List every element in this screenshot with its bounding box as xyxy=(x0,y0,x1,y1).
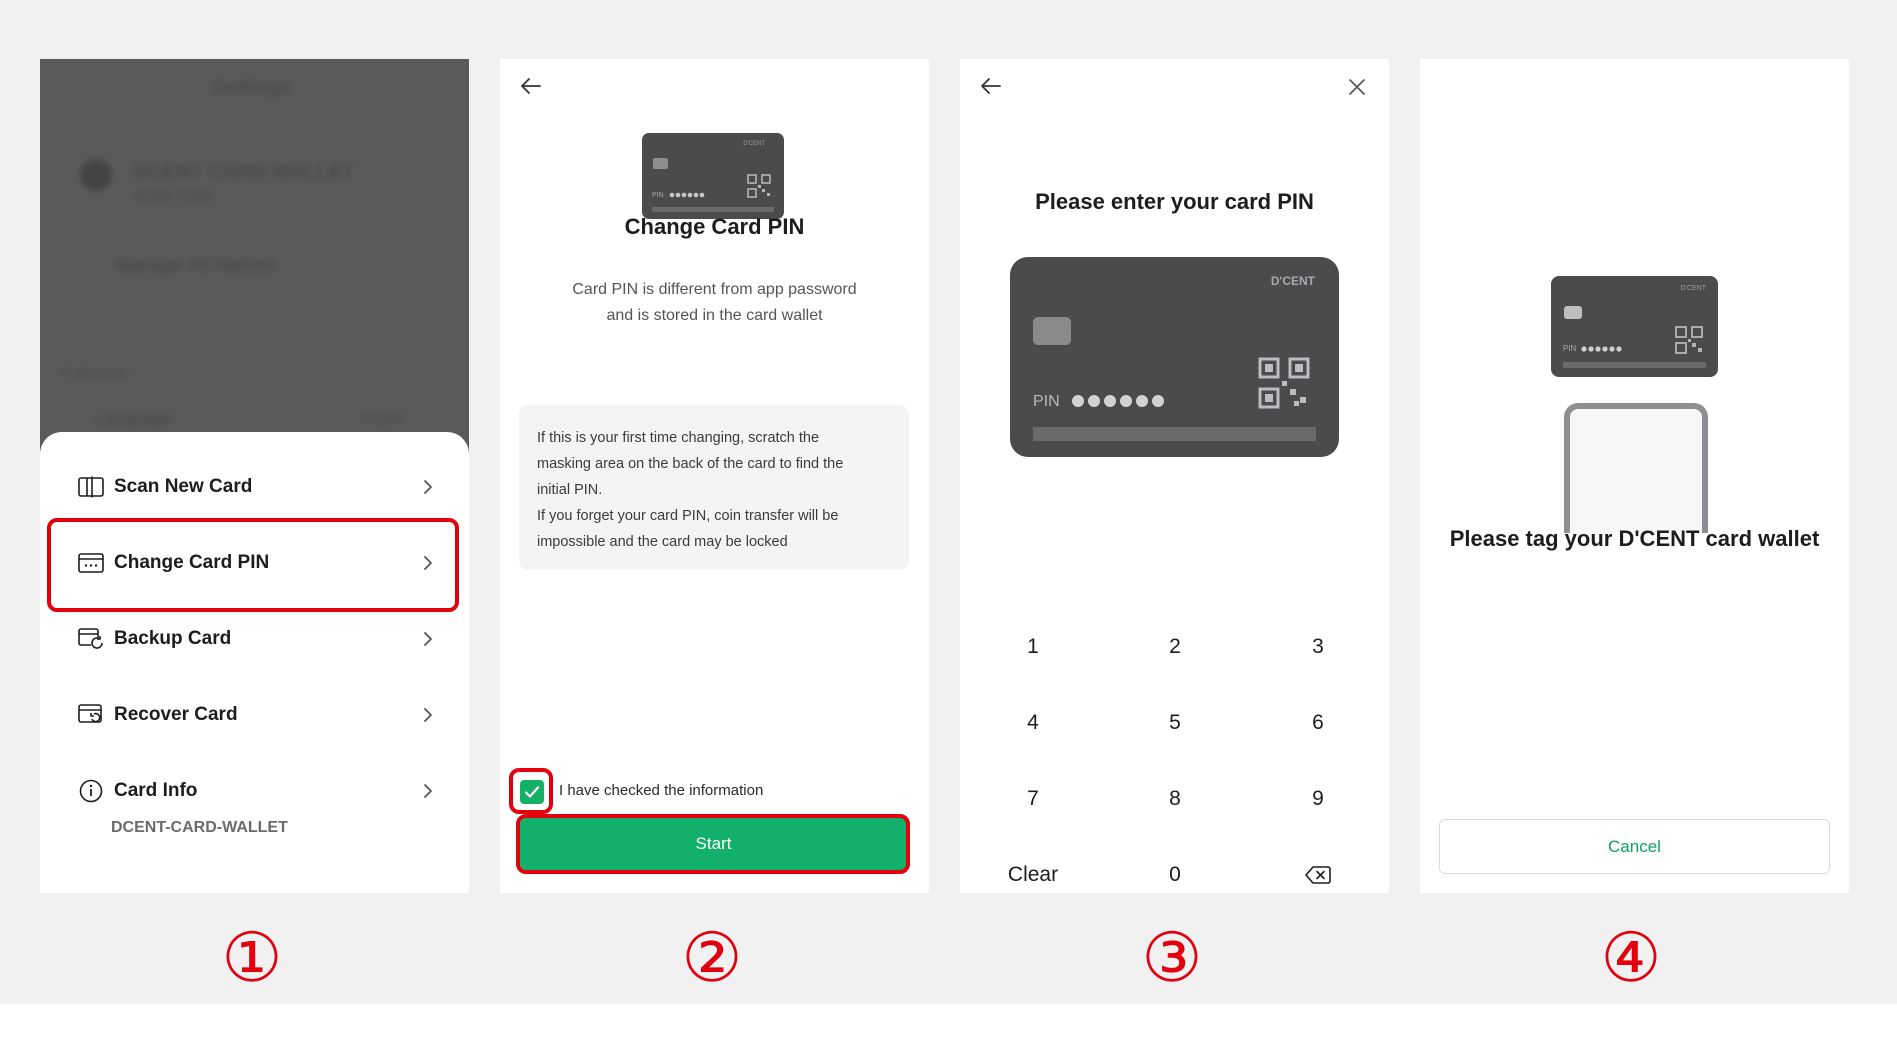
step-number-2: ② xyxy=(681,920,743,996)
settings-title: Settings xyxy=(212,77,291,99)
card-pin-label: PIN xyxy=(1563,344,1577,353)
scan-card-icon xyxy=(78,474,104,500)
info-box: If this is your first time changing, scr… xyxy=(519,405,909,570)
highlight-change-pin xyxy=(47,518,459,612)
backup-card-icon xyxy=(78,626,104,652)
enter-pin-screen: Please enter your card PIN D'CENT PIN 1 … xyxy=(960,59,1389,893)
menu-scan-new-card[interactable]: Scan New Card xyxy=(78,462,438,512)
menu-card-info[interactable]: Card Info xyxy=(78,766,438,816)
key-4[interactable]: 4 xyxy=(973,698,1093,748)
step-number-1: ① xyxy=(221,920,283,996)
card-brand: D'CENT xyxy=(743,141,765,147)
wallet-sub: DCENT CARD xyxy=(134,189,214,203)
key-7[interactable]: 7 xyxy=(973,774,1093,824)
step-number-4: ④ xyxy=(1600,920,1662,996)
card-info-name: DCENT-CARD-WALLET xyxy=(111,819,288,836)
preferences-section: Preferences xyxy=(60,365,131,380)
card-pin-label: PIN xyxy=(1033,393,1060,410)
recover-card-icon xyxy=(78,702,104,728)
back-arrow-icon[interactable] xyxy=(978,73,1004,99)
checkbox-label[interactable]: I have checked the information xyxy=(559,782,763,799)
key-2[interactable]: 2 xyxy=(1115,622,1235,672)
key-9[interactable]: 9 xyxy=(1258,774,1378,824)
backspace-icon xyxy=(1305,866,1331,885)
card-illustration: D'CENT PIN xyxy=(1010,257,1339,457)
language-row: Language xyxy=(96,411,172,428)
bottom-strip xyxy=(0,1004,1897,1037)
menu-label: Recover Card xyxy=(114,704,238,725)
card-brand: D'CENT xyxy=(1271,274,1316,288)
settings-screen: Settings DCENT CARD WALLET DCENT CARD Ma… xyxy=(40,59,469,893)
key-clear[interactable]: Clear xyxy=(973,850,1093,893)
info-line: If you forget your card PIN, coin transf… xyxy=(537,508,839,524)
card-illustration: D'CENT PIN xyxy=(1551,276,1718,377)
menu-backup-card[interactable]: Backup Card xyxy=(78,614,438,664)
highlight-start-button xyxy=(516,814,910,874)
chevron-right-icon xyxy=(424,480,432,494)
card-pin-label: PIN xyxy=(652,192,664,199)
language-value: English xyxy=(362,411,405,426)
info-line: If this is your first time changing, scr… xyxy=(537,430,820,446)
info-line: masking area on the back of the card to … xyxy=(537,456,844,472)
card-brand: D'CENT xyxy=(1681,285,1707,292)
description-line-2: and is stored in the card wallet xyxy=(606,307,823,324)
menu-recover-card[interactable]: Recover Card xyxy=(78,690,438,740)
page-title: Please tag your D'CENT card wallet xyxy=(1449,526,1820,551)
page-title: Change Card PIN xyxy=(624,214,805,239)
key-1[interactable]: 1 xyxy=(973,622,1093,672)
menu-label: Scan New Card xyxy=(114,476,253,497)
chevron-right-icon xyxy=(424,632,432,646)
menu-label: Backup Card xyxy=(114,628,232,649)
back-arrow-icon[interactable] xyxy=(518,73,544,99)
key-3[interactable]: 3 xyxy=(1258,622,1378,672)
manage-wallets: Manage All Wallets xyxy=(116,255,278,275)
phone-illustration xyxy=(1564,403,1708,533)
step-number-3: ③ xyxy=(1141,920,1203,996)
wallet-name: DCENT CARD WALLET xyxy=(134,161,354,183)
key-5[interactable]: 5 xyxy=(1115,698,1235,748)
key-backspace[interactable] xyxy=(1258,850,1378,893)
close-icon[interactable] xyxy=(1345,75,1369,99)
tag-card-screen: D'CENT PIN Please tag your D'CENT card w… xyxy=(1420,59,1849,893)
description-line-1: Card PIN is different from app password xyxy=(572,281,857,298)
page-title: Please enter your card PIN xyxy=(1035,189,1314,214)
info-line: initial PIN. xyxy=(537,482,603,498)
chevron-right-icon xyxy=(424,708,432,722)
info-icon xyxy=(78,778,104,804)
highlight-checkbox xyxy=(509,768,553,814)
key-8[interactable]: 8 xyxy=(1115,774,1235,824)
key-0[interactable]: 0 xyxy=(1115,850,1235,893)
key-6[interactable]: 6 xyxy=(1258,698,1378,748)
cancel-button[interactable]: Cancel xyxy=(1439,819,1830,874)
card-illustration: D'CENT PIN xyxy=(642,133,784,219)
info-line: impossible and the card may be locked xyxy=(537,534,788,550)
menu-label: Card Info xyxy=(114,780,198,801)
wallet-avatar xyxy=(80,159,112,191)
change-pin-intro-screen: D'CENT PIN Change Card PIN Card PIN is d… xyxy=(500,59,929,893)
chevron-right-icon xyxy=(424,784,432,798)
